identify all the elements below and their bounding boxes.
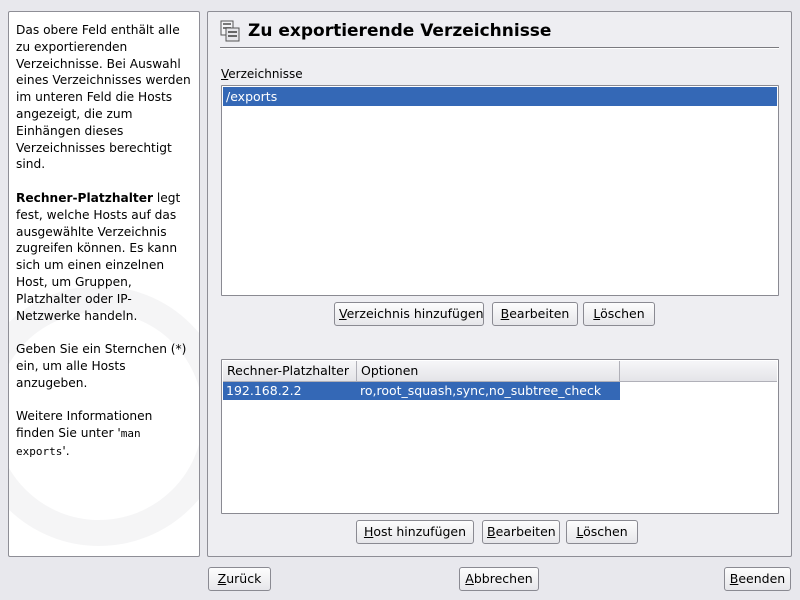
nfs-server-icon: [220, 20, 240, 42]
edit-host-label: earbeiten: [495, 524, 556, 539]
delete-directory-label: öschen: [600, 306, 645, 321]
edit-host-mnemonic: B: [487, 524, 496, 539]
main-panel: Zu exportierende Verzeichnisse Verzeichn…: [207, 11, 792, 557]
delete-directory-button[interactable]: Löschen: [583, 302, 655, 326]
add-directory-mnemonic: V: [339, 306, 347, 321]
header-divider: [220, 47, 779, 49]
add-host-mnemonic: H: [363, 524, 374, 539]
host-cell: 192.168.2.2: [226, 383, 302, 398]
finish-label: eenden: [738, 571, 786, 586]
edit-directory-button[interactable]: Bearbeiten: [492, 302, 578, 326]
add-directory-button[interactable]: Verzeichnis hinzufügen: [334, 302, 484, 326]
table-row[interactable]: 192.168.2.2 ro,root_squash,sync,no_subtr…: [223, 382, 620, 400]
edit-host-button[interactable]: Bearbeiten: [482, 520, 560, 544]
back-mnemonic: Z: [217, 571, 227, 586]
cancel-mnemonic: A: [465, 571, 474, 586]
add-host-button[interactable]: Host hinzufügen: [356, 520, 474, 544]
back-label: urück: [226, 571, 262, 586]
help-text: Das obere Feld enthält alle zu exportier…: [16, 22, 192, 461]
options-cell: ro,root_squash,sync,no_subtree_check: [360, 383, 602, 398]
help-term: Rechner-Platzhalter: [16, 190, 153, 205]
delete-host-label: öschen: [583, 524, 628, 539]
add-host-label: ost hinzufügen: [373, 524, 467, 539]
page-title: Zu exportierende Verzeichnisse: [248, 21, 552, 41]
help-paragraph-4-end: '.: [62, 443, 70, 458]
directories-label-text: erzeichnisse: [228, 67, 303, 81]
help-paragraph-2-text: legt fest, welche Hosts auf das ausgewäh…: [16, 190, 181, 323]
column-header-host[interactable]: Rechner-Platzhalter: [223, 361, 357, 381]
edit-directory-mnemonic: B: [500, 306, 510, 321]
delete-host-button[interactable]: Löschen: [566, 520, 638, 544]
help-paragraph-1: Das obere Feld enthält alle zu exportier…: [16, 23, 191, 172]
hosts-table[interactable]: Rechner-Platzhalter Optionen 192.168.2.2…: [221, 359, 779, 514]
help-paragraph-3: Geben Sie ein Sternchen (*) ein, um alle…: [16, 342, 187, 390]
directories-list[interactable]: /exports: [221, 85, 779, 296]
help-paragraph-4: Weitere Informationen finden Sie unter '…: [16, 408, 192, 460]
column-header-options[interactable]: Optionen: [357, 361, 620, 381]
cancel-button[interactable]: Abbrechen: [459, 567, 539, 591]
dialog-header: Zu exportierende Verzeichnisse: [220, 16, 551, 46]
edit-directory-label: earbeiten: [509, 306, 570, 321]
help-paragraph-2: Rechner-Platzhalter legt fest, welche Ho…: [16, 190, 192, 324]
cancel-label: bbrechen: [473, 571, 533, 586]
table-header: Rechner-Platzhalter Optionen: [223, 361, 777, 382]
list-item[interactable]: /exports: [223, 87, 777, 106]
add-directory-label: erzeichnis hinzufügen: [346, 306, 484, 321]
back-button[interactable]: Zurück: [208, 567, 271, 591]
directories-label: Verzeichnisse: [221, 67, 303, 81]
finish-button[interactable]: Beenden: [724, 567, 791, 591]
help-panel: Das obere Feld enthält alle zu exportier…: [8, 11, 200, 557]
